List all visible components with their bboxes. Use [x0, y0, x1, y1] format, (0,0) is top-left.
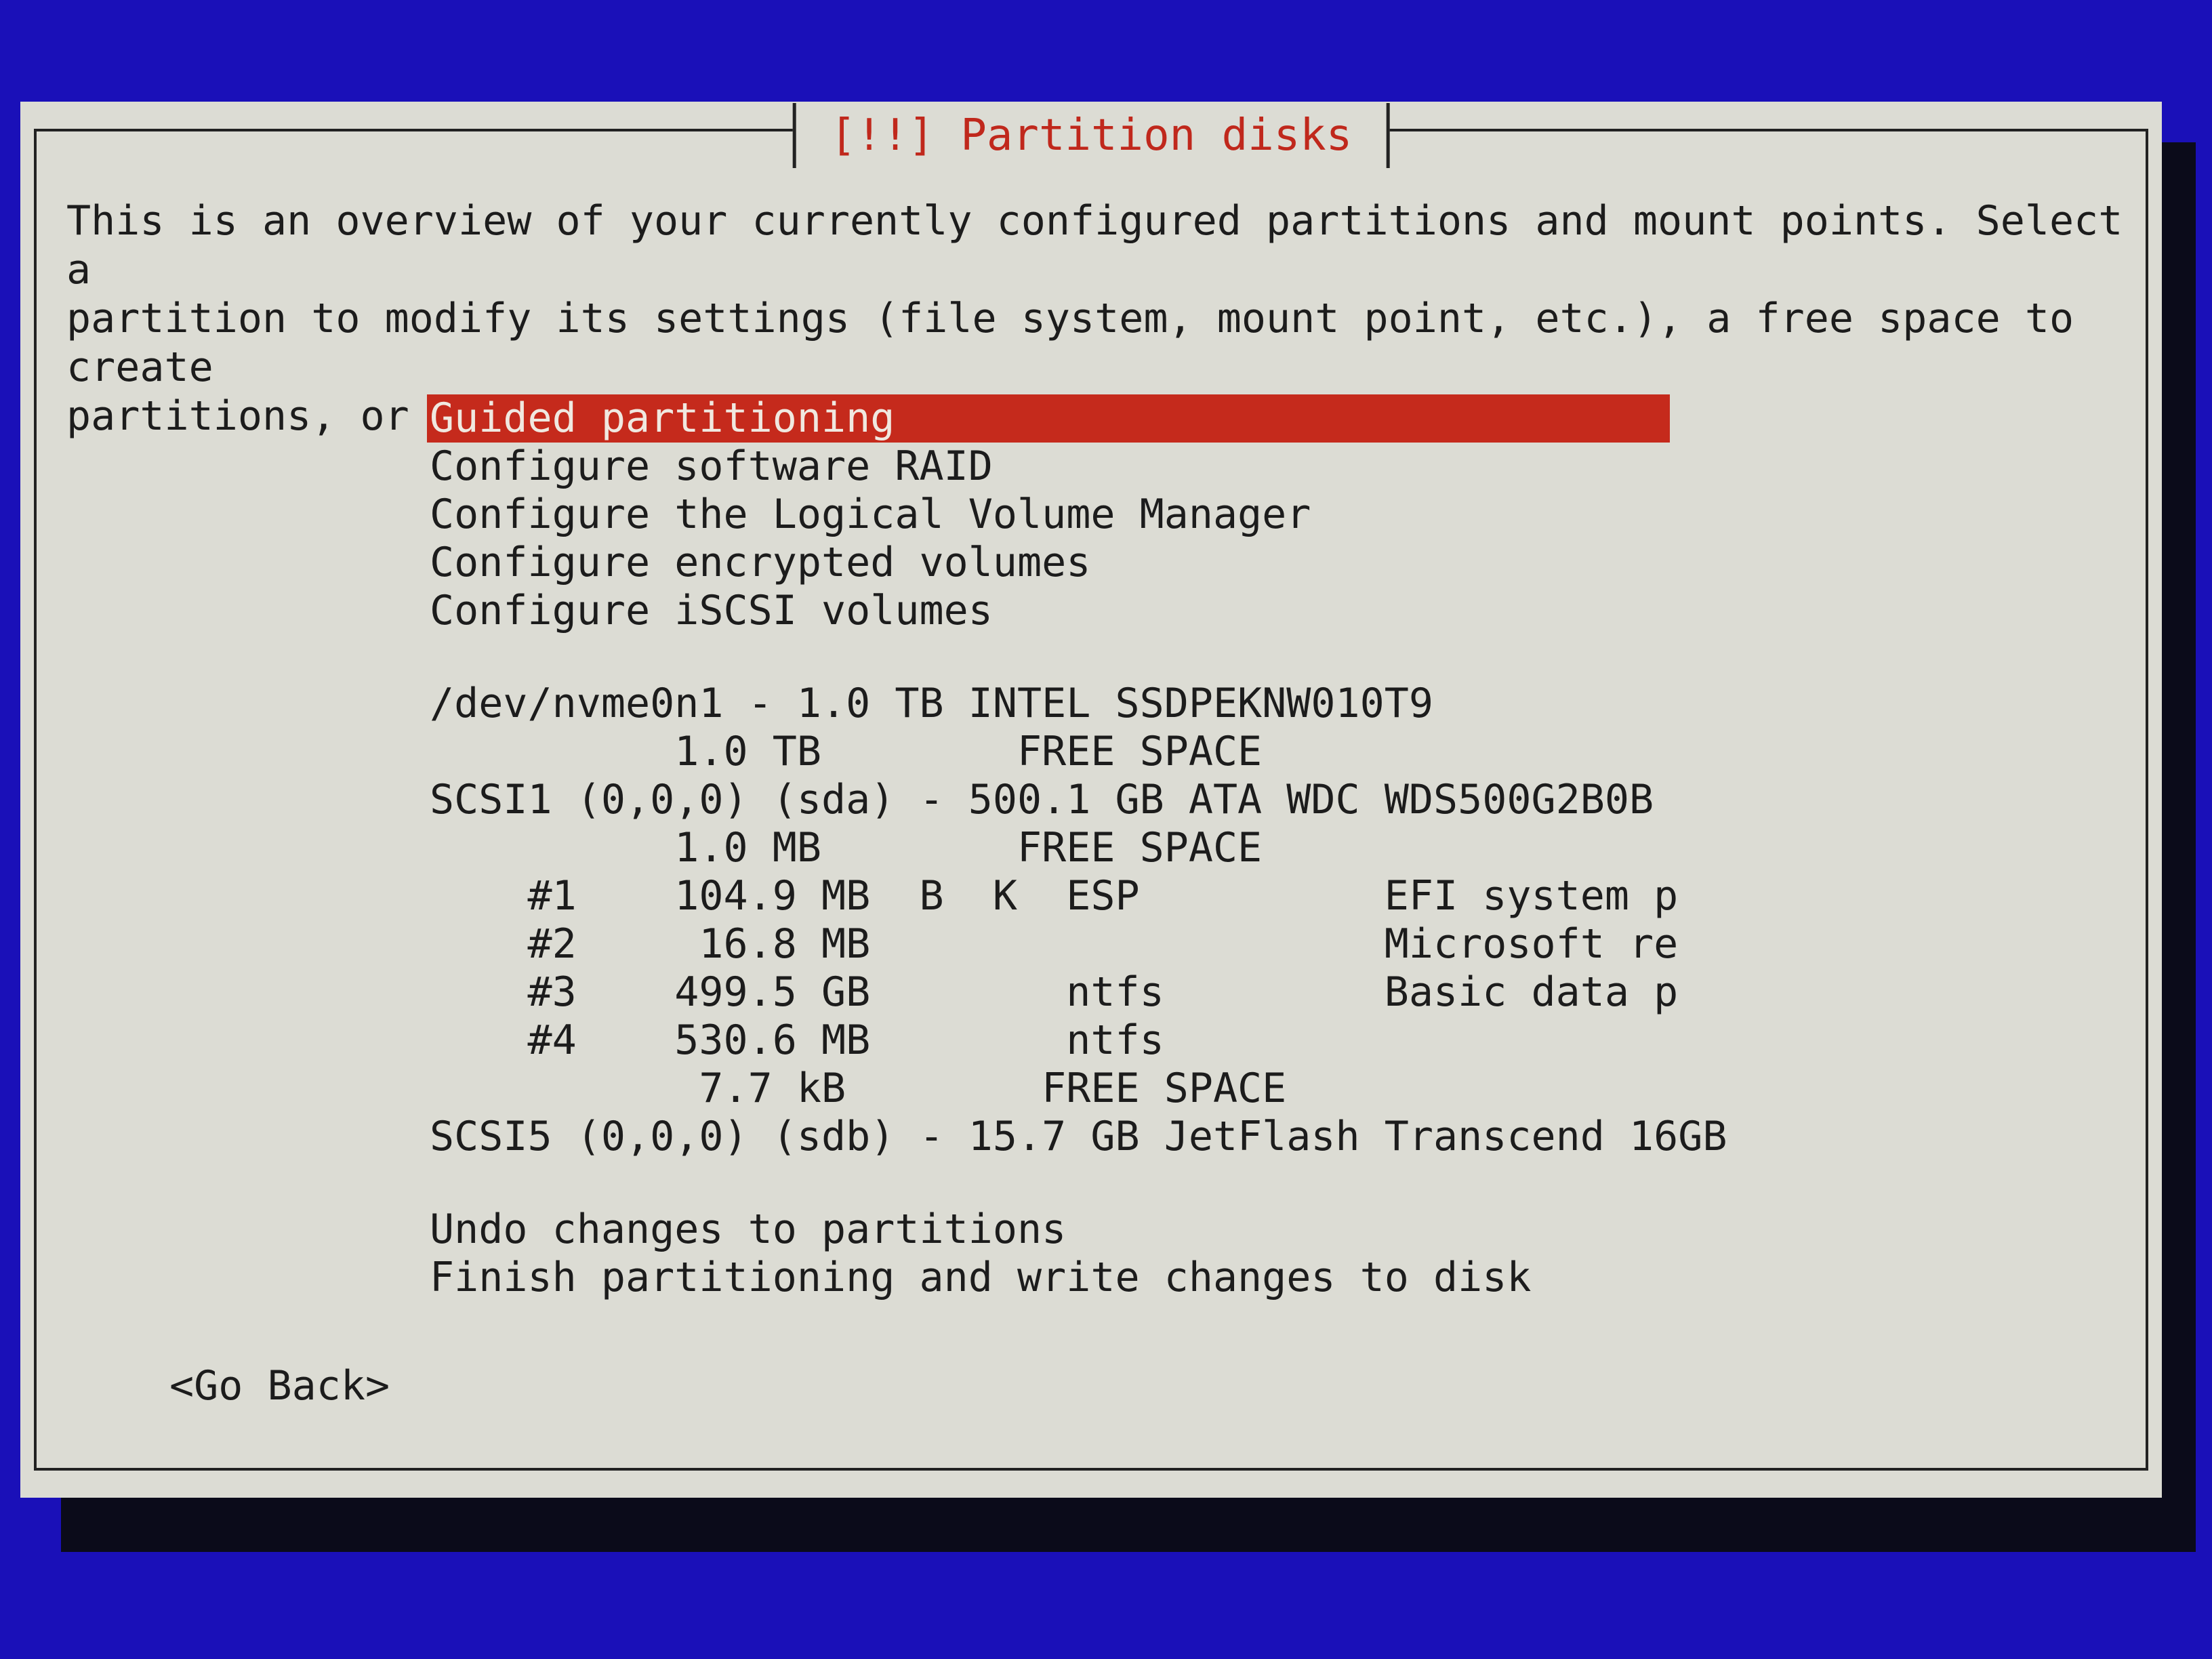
partition-menu: Guided partitioning Configure software R… [427, 394, 1727, 1302]
partition-row-4[interactable]: #4 530.6 MB ntfs [427, 1017, 1715, 1065]
partition-dialog: [!!] Partition disks This is an overview… [20, 102, 2162, 1498]
menu-item-finish-partitioning[interactable]: Finish partitioning and write changes to… [427, 1254, 1715, 1302]
go-back-button[interactable]: <Go Back> [169, 1362, 390, 1410]
free-space-row[interactable]: 1.0 MB FREE SPACE [427, 824, 1715, 872]
free-space-row[interactable]: 7.7 kB FREE SPACE [427, 1065, 1715, 1113]
menu-item-lvm[interactable]: Configure the Logical Volume Manager [427, 491, 1715, 539]
menu-item-encrypted-volumes[interactable]: Configure encrypted volumes [427, 539, 1715, 587]
device-sda[interactable]: SCSI1 (0,0,0) (sda) - 500.1 GB ATA WDC W… [427, 776, 1715, 824]
dialog-title: [!!] Partition disks [792, 103, 1390, 168]
menu-item-iscsi-volumes[interactable]: Configure iSCSI volumes [427, 587, 1715, 635]
menu-item-undo-changes[interactable]: Undo changes to partitions [427, 1206, 1715, 1254]
menu-item-guided-partitioning[interactable]: Guided partitioning [427, 394, 1670, 443]
device-nvme0n1[interactable]: /dev/nvme0n1 - 1.0 TB INTEL SSDPEKNW010T… [427, 680, 1715, 728]
menu-item-software-raid[interactable]: Configure software RAID [427, 443, 1715, 491]
free-space-row[interactable]: 1.0 TB FREE SPACE [427, 728, 1715, 776]
partition-row-1[interactable]: #1 104.9 MB B K ESP EFI system p [427, 872, 1715, 920]
partition-row-3[interactable]: #3 499.5 GB ntfs Basic data p [427, 968, 1715, 1017]
device-sdb[interactable]: SCSI5 (0,0,0) (sdb) - 15.7 GB JetFlash T… [427, 1113, 1727, 1161]
partition-row-2[interactable]: #2 16.8 MB Microsoft re [427, 920, 1715, 968]
